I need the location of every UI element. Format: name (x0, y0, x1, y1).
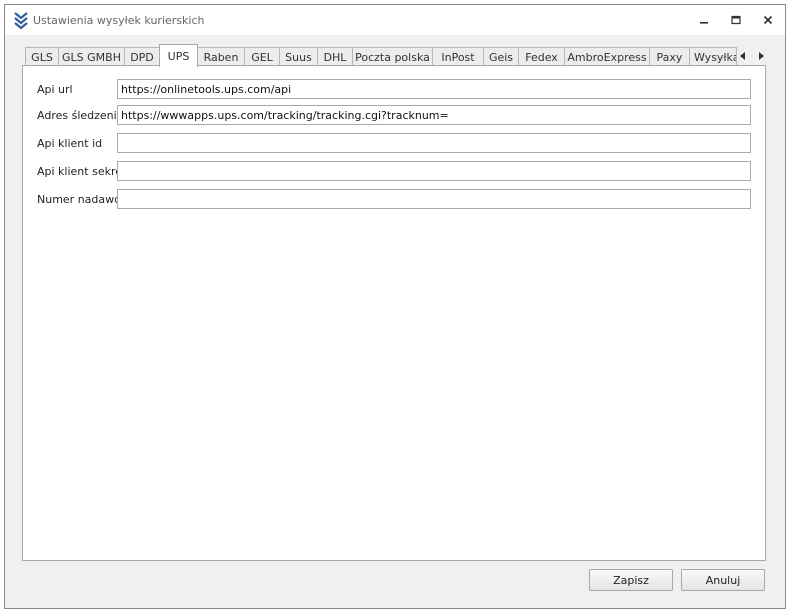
close-icon[interactable] (757, 11, 779, 29)
tracking-address-label: Adres śledzenia (37, 109, 124, 122)
tab-ambroexpress[interactable]: AmbroExpress (564, 47, 650, 66)
tab-label: UPS (167, 49, 190, 63)
tab-label: Geis (488, 50, 514, 64)
tab-label: Paxy (656, 50, 683, 64)
tab-ups[interactable]: UPS (159, 44, 198, 67)
tab-label: AmbroExpress (567, 50, 647, 64)
window-title: Ustawienia wysyłek kurierskich (33, 14, 205, 27)
minimize-icon[interactable] (693, 11, 715, 29)
tab-suus[interactable]: Suus (279, 47, 318, 66)
api-url-input[interactable] (117, 79, 751, 99)
api-client-secret-label: Api klient sekret (37, 165, 127, 178)
tab-fedex[interactable]: Fedex (518, 47, 565, 66)
ups-settings-panel: Api url Adres śledzenia Api klient id Ap… (22, 65, 766, 561)
api-url-label: Api url (37, 83, 73, 96)
tab-label: Suus (285, 50, 312, 64)
tab-label: Poczta polska (355, 50, 430, 64)
title-bar: Ustawienia wysyłek kurierskich (5, 5, 785, 35)
api-client-secret-input[interactable] (117, 161, 751, 181)
api-client-id-label: Api klient id (37, 137, 103, 150)
tab-wysylka[interactable]: Wysyłka (689, 47, 737, 66)
tracking-address-input[interactable] (117, 105, 751, 125)
tab-raben[interactable]: Raben (197, 47, 245, 66)
api-client-id-input[interactable] (117, 133, 751, 153)
tab-label: GLS GMBH (62, 50, 121, 64)
arrow-right-icon[interactable] (755, 49, 767, 63)
tab-label: GLS (31, 50, 53, 64)
app-logo-icon (13, 11, 29, 30)
tab-label: Raben (203, 50, 239, 64)
maximize-icon[interactable] (725, 11, 747, 29)
tab-label: InPost (441, 50, 475, 64)
sender-number-label: Numer nadawcy (37, 193, 127, 206)
save-button[interactable]: Zapisz (589, 569, 673, 591)
tab-gel[interactable]: GEL (244, 47, 280, 66)
tab-dhl[interactable]: DHL (317, 47, 353, 66)
tab-geis[interactable]: Geis (483, 47, 519, 66)
sender-number-input[interactable] (117, 189, 751, 209)
tab-inpost[interactable]: InPost (432, 47, 484, 66)
tab-gls-gmbh[interactable]: GLS GMBH (58, 47, 125, 66)
tab-poczta-polska[interactable]: Poczta polska (352, 47, 433, 66)
tab-paxy[interactable]: Paxy (649, 47, 690, 66)
tab-gls[interactable]: GLS (25, 47, 59, 66)
tab-label: DHL (323, 50, 347, 64)
cancel-button[interactable]: Anuluj (681, 569, 765, 591)
carrier-tabs: GLS GLS GMBH DPD UPS Raben GEL Suus DHL … (25, 44, 767, 67)
arrow-left-icon[interactable] (737, 49, 749, 63)
tab-label: DPD (130, 50, 154, 64)
tab-dpd[interactable]: DPD (124, 47, 160, 66)
tab-label: GEL (251, 50, 273, 64)
settings-window: Ustawienia wysyłek kurierskich GLS GLS G… (4, 4, 786, 609)
tab-label: Wysyłka (694, 50, 737, 64)
tab-label: Fedex (525, 50, 558, 64)
